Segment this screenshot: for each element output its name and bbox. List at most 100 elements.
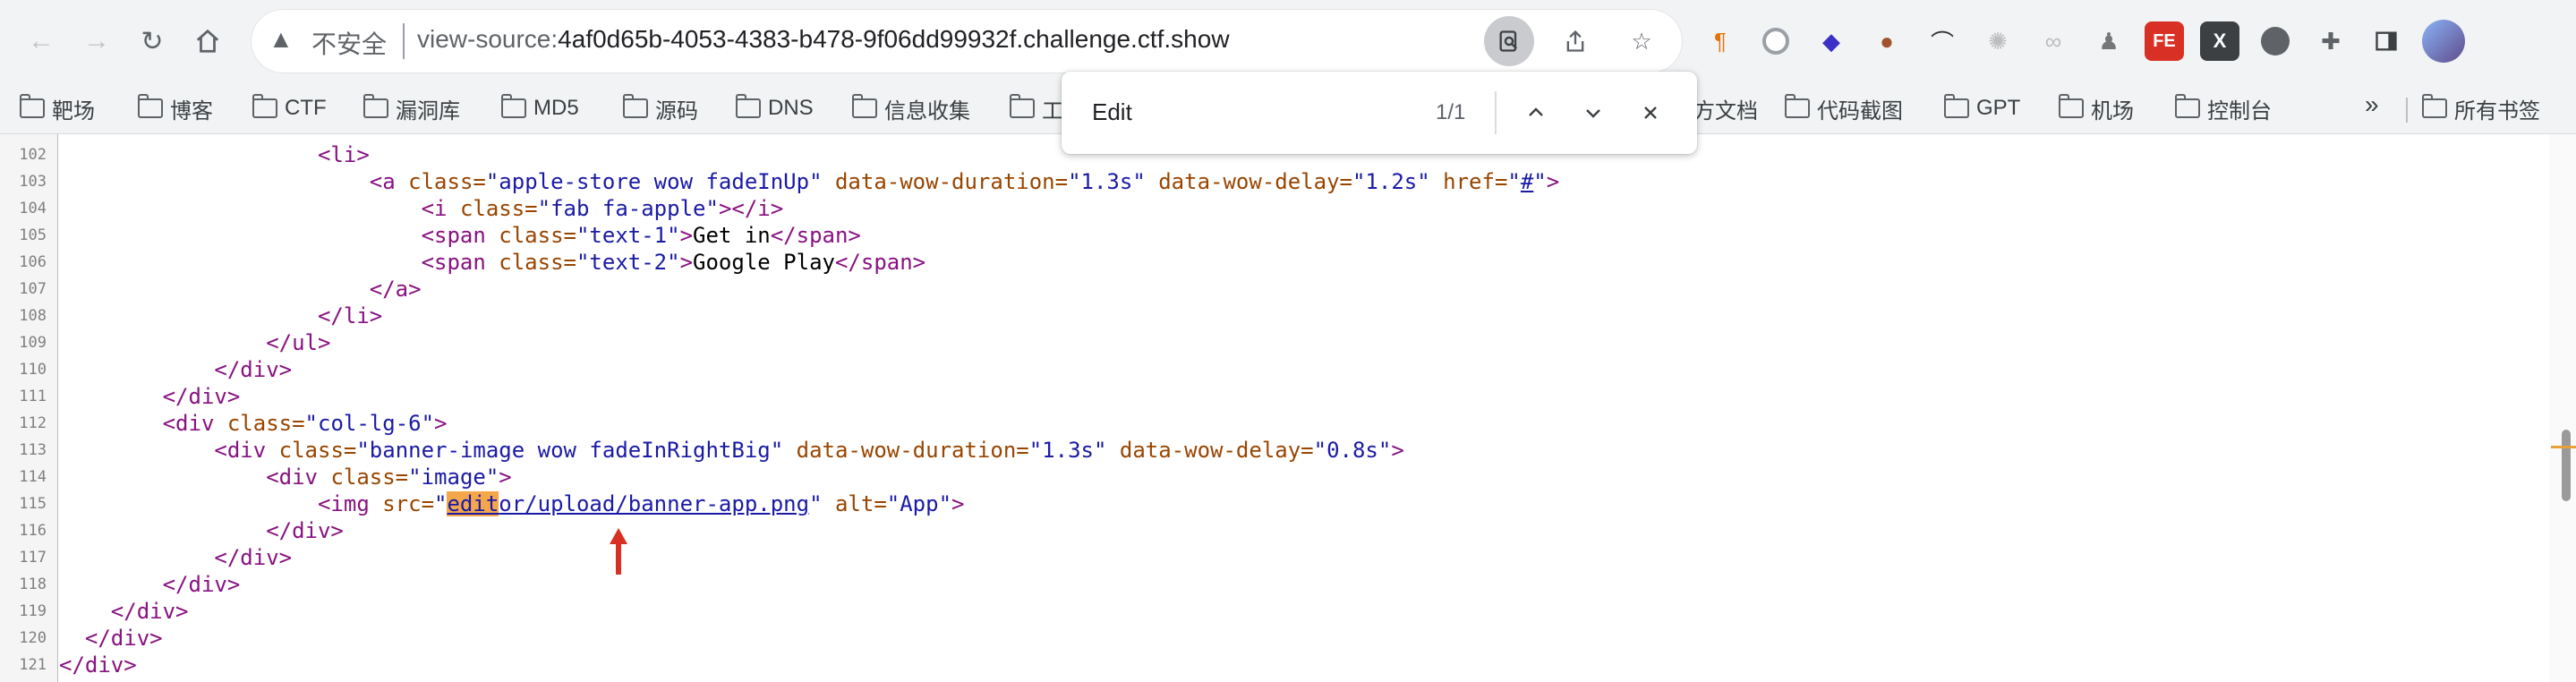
pilcrow-extension-icon[interactable]: ¶ xyxy=(1701,21,1740,61)
bookmark-label: GPT xyxy=(1976,96,2021,120)
arrow-left-icon: ← xyxy=(28,26,55,55)
bookmark-folder[interactable]: 源码 xyxy=(623,90,698,126)
code-tag: </div> xyxy=(214,545,293,570)
code-text: Google Play xyxy=(693,250,835,275)
vertical-scrollbar[interactable] xyxy=(2549,134,2576,682)
bookmark-label: 靶场 xyxy=(52,98,95,124)
dark-circle-extension-icon[interactable] xyxy=(2256,21,2295,61)
sparkle-extension-icon[interactable]: ✺ xyxy=(1978,21,2017,61)
code-tag: > xyxy=(951,491,965,516)
find-close-button[interactable] xyxy=(1631,93,1670,132)
bookmark-folder[interactable]: 控制台 xyxy=(2175,90,2272,126)
code-tag: > xyxy=(679,223,694,248)
bookmark-label: 源码 xyxy=(655,98,698,124)
address-url[interactable]: view-source:4af0d65b-4053-4383-b478-9f06… xyxy=(417,25,1230,54)
folder-icon xyxy=(1944,94,1969,118)
address-bar[interactable]: ▲ 不安全 view-source:4af0d65b-4053-4383-b47… xyxy=(251,9,1683,73)
folder-icon xyxy=(20,94,45,118)
bookmark-star-icon[interactable]: ☆ xyxy=(1616,16,1667,66)
line-number: 112 xyxy=(19,414,47,432)
bookmark-label: 控制台 xyxy=(2207,98,2272,124)
bookmark-folder[interactable]: 信息收集 xyxy=(852,90,970,126)
folder-icon xyxy=(363,94,388,118)
line-number: 120 xyxy=(19,629,47,647)
bookmark-folder[interactable]: 方文档 xyxy=(1693,90,1758,126)
bookmark-folder[interactable]: CTF xyxy=(252,90,327,126)
home-button[interactable] xyxy=(181,14,235,68)
bookmark-label: CTF xyxy=(285,96,327,120)
code-tag: </li> xyxy=(317,303,383,328)
code-attr: class= xyxy=(499,250,576,275)
code-tag: <span xyxy=(421,250,486,275)
scrollbar-thumb[interactable] xyxy=(2562,430,2571,501)
profile-avatar[interactable] xyxy=(2422,20,2465,63)
line-code: <div class="image"> xyxy=(59,464,512,490)
insecure-label: 不安全 xyxy=(311,30,388,58)
hat-extension-icon[interactable]: ⌒ xyxy=(1923,21,1962,61)
bookmark-folder[interactable]: MD5 xyxy=(501,90,579,126)
find-in-page-icon[interactable] xyxy=(1484,16,1534,66)
find-previous-button[interactable] xyxy=(1516,93,1556,132)
links-extension-icon[interactable]: ∞ xyxy=(2034,21,2073,61)
back-button[interactable]: ← xyxy=(14,14,68,68)
warning-icon: ▲ xyxy=(269,25,294,53)
bookmark-label: 博客 xyxy=(170,98,213,124)
all-bookmarks-folder[interactable]: 所有书签 xyxy=(2422,90,2540,126)
bookmark-folder[interactable]: 漏洞库 xyxy=(363,90,460,126)
x-extension-icon[interactable]: X xyxy=(2200,21,2239,61)
code-attr: data-wow-duration= xyxy=(834,169,1069,194)
source-link[interactable]: or/upload/banner-app.png xyxy=(499,491,809,516)
bookmark-folder[interactable]: 博客 xyxy=(138,90,213,126)
folder-icon xyxy=(2422,94,2447,118)
find-divider xyxy=(1495,91,1497,134)
folder-icon xyxy=(1785,94,1810,118)
line-code: </ul> xyxy=(59,329,330,356)
bookmark-folder[interactable]: 工 xyxy=(1010,90,1063,126)
bookmark-folder[interactable]: 靶场 xyxy=(20,90,95,126)
find-match-marker xyxy=(2551,446,2576,448)
code-value: "apple-store wow fadeInUp" xyxy=(485,169,823,194)
cookie-extension-icon[interactable]: ● xyxy=(1867,21,1906,61)
line-code: <div class="col-lg-6"> xyxy=(59,410,448,437)
line-number: 106 xyxy=(19,253,47,271)
line-code: </div> xyxy=(59,383,241,410)
circle-extension-icon[interactable] xyxy=(1756,21,1796,61)
layers-extension-icon[interactable]: ◆ xyxy=(1812,21,1851,61)
chevron-down-icon xyxy=(1586,109,1600,118)
spy-extension-icon[interactable]: ♟ xyxy=(2089,21,2128,61)
line-code: <li> xyxy=(59,141,370,168)
line-number: 118 xyxy=(19,575,47,593)
side-panel-icon[interactable] xyxy=(2367,21,2406,61)
bookmark-folder[interactable]: 机场 xyxy=(2059,90,2134,126)
puzzle-extensions-icon[interactable]: ✚ xyxy=(2311,21,2350,61)
share-icon[interactable] xyxy=(1550,16,1600,66)
source-line: 114 <div class="image"> xyxy=(0,464,2506,490)
code-attr: class= xyxy=(278,438,357,463)
code-tag: <i xyxy=(421,196,448,221)
find-input[interactable]: Edit xyxy=(1092,98,1132,126)
find-next-button[interactable] xyxy=(1574,93,1613,132)
code-attr: class= xyxy=(408,169,486,194)
line-code: </div> xyxy=(59,356,292,383)
bookmark-folder[interactable]: GPT xyxy=(1944,90,2020,126)
code-value: " xyxy=(1533,169,1547,194)
reload-button[interactable]: ↻ xyxy=(125,14,179,68)
bookmark-folder[interactable]: 代码截图 xyxy=(1785,90,1903,126)
line-number: 121 xyxy=(19,656,47,674)
line-code: </div> xyxy=(59,625,163,652)
find-match-highlight[interactable]: edit xyxy=(447,491,499,516)
code-text: Get in xyxy=(693,223,771,248)
line-number: 108 xyxy=(19,307,47,325)
code-tag: ></i> xyxy=(718,196,784,221)
folder-icon xyxy=(852,94,877,118)
source-link[interactable]: # xyxy=(1521,169,1533,194)
address-actions: ☆ xyxy=(1484,16,1667,66)
more-bookmarks-button[interactable]: » xyxy=(2365,90,2379,119)
bookmark-folder[interactable]: DNS xyxy=(736,90,814,126)
source-line: 110 </div> xyxy=(0,356,2506,383)
line-number: 114 xyxy=(19,468,47,486)
forward-button[interactable]: → xyxy=(70,14,124,68)
source-line: 118 </div> xyxy=(0,571,2506,598)
code-tag: > xyxy=(499,465,512,490)
fe-extension-icon[interactable]: FE xyxy=(2145,21,2184,61)
